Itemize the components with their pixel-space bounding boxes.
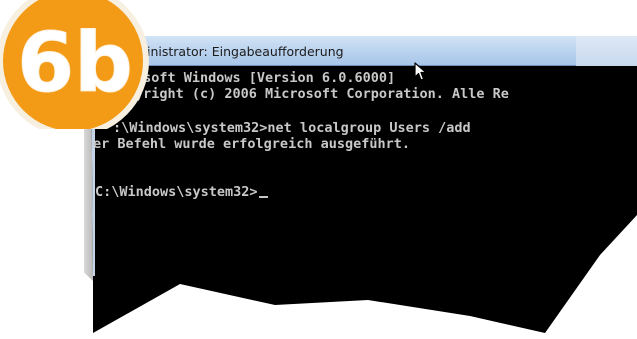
console-line-result: er Befehl wurde erfolgreich ausgeführt. — [93, 136, 410, 152]
title-bar[interactable]: inistrator: Eingabeaufforderung — [91, 36, 637, 66]
logo-text: 6b — [17, 16, 133, 111]
prompt-text: C:\Windows\system32> — [95, 184, 258, 200]
window-title: inistrator: Eingabeaufforderung — [147, 44, 344, 59]
console-output[interactable]: osoft Windows [Version 6.0.6000] yright … — [93, 66, 637, 333]
console-line-prompt[interactable]: C:\Windows\system32> — [95, 184, 268, 200]
mouse-pointer-icon — [414, 62, 427, 81]
console-line-copyright: yright (c) 2006 Microsoft Corporation. A… — [135, 86, 509, 102]
channel-logo-badge: 6b — [0, 0, 149, 129]
title-bar-controls-area[interactable] — [576, 36, 637, 66]
console-line-version: osoft Windows [Version 6.0.6000] — [135, 70, 396, 86]
screenshot-stage: inistrator: Eingabeaufforderung osoft Wi… — [0, 0, 637, 339]
console-line-command: :\Windows\system32>net localgroup Users … — [113, 120, 471, 136]
text-caret — [258, 196, 268, 198]
